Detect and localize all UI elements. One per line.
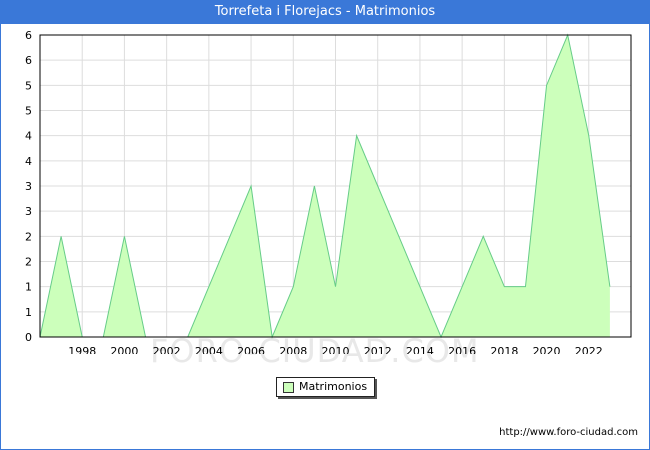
x-tick-label: 2018 (490, 345, 518, 354)
data-point (123, 235, 125, 237)
data-point (335, 286, 337, 288)
data-point (208, 286, 210, 288)
data-point (482, 235, 484, 237)
y-tick-label: 3 (25, 205, 32, 218)
x-tick-label: 1998 (68, 345, 96, 354)
data-point (546, 84, 548, 86)
y-tick-label: 4 (25, 155, 32, 168)
legend: Matrimonios (276, 377, 375, 397)
x-tick-label: 2016 (448, 345, 476, 354)
y-tick-label: 2 (25, 256, 32, 269)
x-tick-label: 2004 (195, 345, 223, 354)
source-link[interactable]: http://www.foro-ciudad.com (499, 427, 638, 438)
data-point (60, 235, 62, 237)
data-point (524, 286, 526, 288)
legend-swatch (283, 382, 294, 393)
data-point (356, 135, 358, 137)
data-point (503, 286, 505, 288)
y-tick-label: 6 (25, 29, 32, 42)
y-tick-label: 3 (25, 180, 32, 193)
x-tick-label: 2010 (322, 345, 350, 354)
y-tick-label: 5 (25, 105, 32, 118)
x-tick-label: 2008 (279, 345, 307, 354)
y-tick-label: 4 (25, 130, 32, 143)
chart-title: Torrefeta i Florejacs - Matrimonios (0, 0, 650, 24)
data-point (398, 235, 400, 237)
y-tick-label: 2 (25, 230, 32, 243)
data-point (292, 286, 294, 288)
chart-plot: 0 1 1 2 2 3 3 4 4 5 5 6 6 1998 2000 2002 2004 2006 2008 201… (25, 29, 632, 354)
y-tick-label: 6 (25, 54, 32, 67)
y-tick-label: 5 (25, 79, 32, 92)
data-point (250, 185, 252, 187)
data-point (377, 185, 379, 187)
data-point (313, 185, 315, 187)
x-tick-label: 2014 (406, 345, 434, 354)
x-tick-label: 2022 (575, 345, 603, 354)
data-point (229, 235, 231, 237)
data-point (419, 286, 421, 288)
x-tick-label: 2012 (364, 345, 392, 354)
y-tick-label: 0 (25, 331, 32, 344)
data-point (461, 286, 463, 288)
y-tick-label: 1 (25, 306, 32, 319)
data-point (609, 286, 611, 288)
x-tick-label: 2002 (153, 345, 181, 354)
legend-label-matrimonios: Matrimonios (299, 380, 368, 393)
y-tick-label: 1 (25, 281, 32, 294)
x-tick-label: 2020 (533, 345, 561, 354)
data-point (588, 135, 590, 137)
x-tick-label: 2006 (237, 345, 265, 354)
x-tick-label: 2000 (110, 345, 138, 354)
